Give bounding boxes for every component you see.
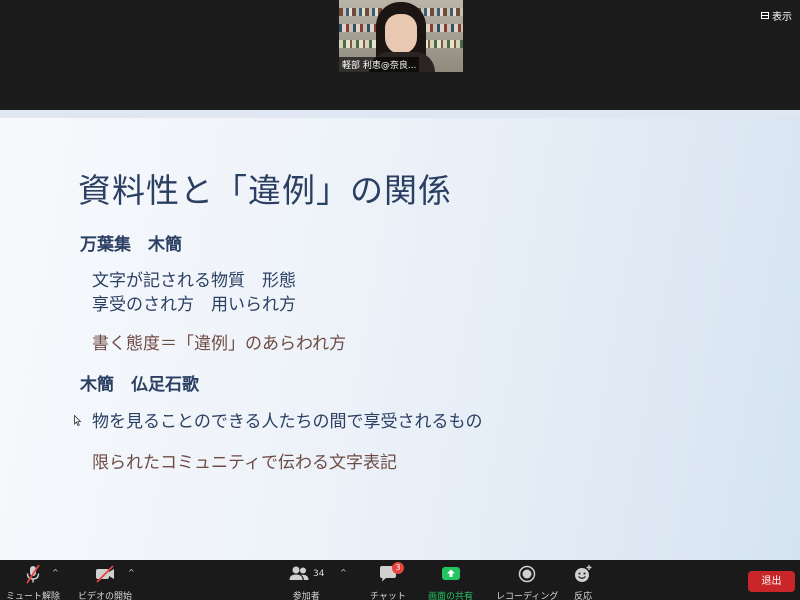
reactions-label: 反応 [573,592,592,600]
section1-line2: 享受のされ方 用いられ方 [92,295,296,315]
video-options-chevron-up-icon[interactable]: ^ [128,568,135,577]
share-screen-icon [440,564,462,584]
shared-slide: 資料性と「違例」の関係 万葉集 木簡 文字が記される物質 形態 享受のされ方 用… [0,110,800,560]
view-button[interactable]: 表示 [761,8,792,23]
audio-options-chevron-up-icon[interactable]: ^ [52,568,59,577]
section1-line1: 文字が記される物質 形態 [92,271,296,291]
top-video-strip: 軽部 利恵@奈良... 表示 [0,0,800,110]
slide-title: 資料性と「違例」の関係 [78,171,452,210]
record-icon [517,564,537,584]
share-screen-label: 画面の共有 [428,592,474,600]
start-video-label: ビデオの開始 [78,592,133,600]
participants-button[interactable]: 34 参加者 [288,564,324,600]
chat-unread-badge: 3 [391,562,404,574]
recording-label: レコーディング [496,592,559,600]
participant-face [385,14,417,54]
start-video-button[interactable]: ビデオの開始 [78,564,132,600]
section1-heading: 万葉集 木簡 [80,235,182,255]
unmute-label: ミュート解除 [6,592,61,600]
chat-button[interactable]: 3 チャット [370,562,406,600]
recording-button[interactable]: レコーディング [496,564,558,600]
participants-icon: 34 [288,564,324,584]
participants-count: 34 [313,569,325,579]
reactions-button[interactable]: 反応 [572,564,594,600]
chat-label: チャット [370,592,406,600]
share-screen-button[interactable]: 画面の共有 [428,564,473,600]
muted-microphone-icon [24,564,42,584]
mouse-cursor-icon [74,415,82,427]
section2-heading: 木簡 仏足石歌 [80,375,199,395]
smiley-plus-icon [572,564,594,584]
section2-line2: 限られたコミュニティで伝わる文字表記 [92,453,397,473]
leave-button[interactable]: 退出 [748,571,795,592]
view-label: 表示 [772,12,792,23]
participants-options-chevron-up-icon[interactable]: ^ [340,568,347,577]
chat-icon: 3 [378,562,404,584]
zoom-window: 軽部 利恵@奈良... 表示 資料性と「違例」の関係 万葉集 木簡 文字が記され… [0,0,800,600]
participant-video-tile[interactable]: 軽部 利恵@奈良... [339,0,463,72]
section1-line3: 書く態度＝「違例」のあらわれ方 [92,334,347,354]
section2-line1: 物を見ることのできる人たちの間で享受されるもの [92,412,483,432]
view-icon [761,12,769,19]
video-off-icon [94,564,116,584]
slide-top-band [0,110,800,118]
participants-label: 参加者 [292,592,320,600]
participant-name: 軽部 利恵@奈良... [339,57,420,72]
meeting-toolbar: ミュート解除 ^ ビデオの開始 ^ 34 参加者 ^ 3 チャット 画面の共有 … [0,560,800,600]
